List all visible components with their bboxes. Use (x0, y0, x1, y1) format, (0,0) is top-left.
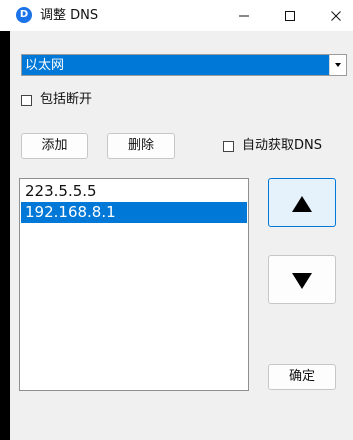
auto-dns-option[interactable]: 自动获取DNS (223, 137, 322, 155)
dns-list-item-selected[interactable]: 192.168.8.1 (21, 202, 247, 223)
selected-adapter-text: 以太网 (25, 58, 65, 73)
dns-list-item[interactable]: 223.5.5.5 (21, 181, 247, 202)
app-icon: D (16, 7, 32, 23)
network-adapter-select[interactable]: 以太网 (21, 54, 347, 76)
auto-dns-checkbox[interactable] (223, 140, 234, 152)
maximize-icon (285, 11, 295, 21)
maximize-button[interactable] (267, 0, 313, 31)
arrow-down-icon (292, 273, 312, 289)
minimize-icon (239, 15, 249, 17)
move-down-button[interactable] (268, 255, 336, 304)
close-button[interactable] (313, 0, 353, 31)
chevron-down-icon[interactable] (329, 55, 346, 75)
include-disconnected-label: 包括断开 (40, 92, 93, 107)
include-disconnected-option[interactable]: 包括断开 (21, 91, 92, 109)
move-up-button[interactable] (268, 178, 336, 227)
arrow-up-icon (292, 196, 312, 212)
close-icon (331, 11, 341, 21)
auto-dns-label: 自动获取DNS (242, 138, 322, 153)
dialog-content: 以太网 包括断开 添加 删除 自动获取DNS 223.5.5.5 192.168… (10, 31, 353, 440)
window-title: 调整 DNS (40, 8, 99, 23)
title-bar[interactable]: D 调整 DNS (0, 0, 353, 31)
left-window-border (0, 31, 10, 440)
dns-server-list[interactable]: 223.5.5.5 192.168.8.1 (19, 178, 249, 391)
dns-settings-window: D 调整 DNS 以太网 包括断开 添加 删除 自动获取DNS 223.5.5.… (0, 0, 353, 440)
add-dns-button[interactable]: 添加 (21, 133, 88, 159)
delete-dns-button[interactable]: 删除 (107, 133, 175, 159)
include-disconnected-checkbox[interactable] (21, 94, 32, 106)
minimize-button[interactable] (221, 0, 267, 31)
ok-button[interactable]: 确定 (268, 364, 336, 390)
